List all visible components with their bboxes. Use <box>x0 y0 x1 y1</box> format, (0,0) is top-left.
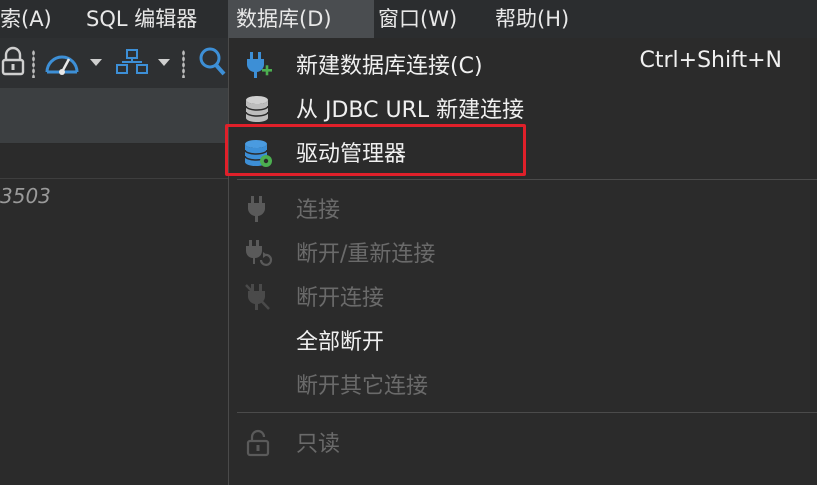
menu-item-reconnect[interactable]: 断开/重新连接 <box>229 230 817 274</box>
chevron-down-icon[interactable] <box>156 46 172 78</box>
database-menu-dropdown: 新建数据库连接(C) Ctrl+Shift+N 从 JDBC URL 新建连接 <box>228 38 817 485</box>
partial-text: 3503 <box>0 184 51 208</box>
plug-disconnect-icon <box>243 282 273 312</box>
main-toolbar <box>0 38 228 88</box>
toolbar-separator <box>32 50 35 78</box>
menu-separator <box>237 412 817 413</box>
highlight-box <box>225 124 526 176</box>
menu-item-disconnect-all[interactable]: 全部断开 <box>229 318 817 362</box>
plug-refresh-icon <box>243 238 273 268</box>
menu-item-new-connection[interactable]: 新建数据库连接(C) Ctrl+Shift+N <box>229 42 817 86</box>
menu-bar: 索(A) SQL 编辑器 数据库(D) 窗口(W) 帮助(H) <box>0 0 817 39</box>
lock-icon[interactable] <box>0 46 26 78</box>
database-icon <box>243 94 273 124</box>
menu-search[interactable]: 索(A) <box>0 0 60 38</box>
menu-item-label: 全部断开 <box>296 330 385 355</box>
menu-item-label: 断开连接 <box>296 286 385 311</box>
toolbar-separator <box>182 50 185 78</box>
menu-item-read-only[interactable]: 只读 <box>229 420 817 464</box>
shortcut-label: Ctrl+Shift+N <box>639 48 782 73</box>
lock-icon <box>243 428 273 458</box>
menu-item-label: 断开/重新连接 <box>296 242 436 267</box>
menu-item-label: 只读 <box>296 432 341 457</box>
menu-item-label: 连接 <box>296 198 341 223</box>
menu-item-label: 断开其它连接 <box>296 374 429 399</box>
menu-item-disconnect-others[interactable]: 断开其它连接 <box>229 362 817 406</box>
plug-icon <box>243 194 273 224</box>
dashboard-icon[interactable] <box>44 46 80 78</box>
divider <box>0 178 228 179</box>
search-icon[interactable] <box>196 46 228 78</box>
editor-tab-strip <box>0 88 228 144</box>
menu-item-label: 从 JDBC URL 新建连接 <box>296 98 525 123</box>
menu-database[interactable]: 数据库(D) <box>228 0 374 38</box>
menu-item-label: 新建数据库连接(C) <box>296 54 483 79</box>
menu-sql-editor[interactable]: SQL 编辑器 <box>78 0 205 38</box>
menu-item-disconnect[interactable]: 断开连接 <box>229 274 817 318</box>
chevron-down-icon[interactable] <box>88 46 104 78</box>
menu-item-connect[interactable]: 连接 <box>229 186 817 230</box>
menu-separator <box>237 179 817 180</box>
network-icon[interactable] <box>116 46 148 78</box>
plug-plus-icon <box>243 50 273 80</box>
menu-help[interactable]: 帮助(H) <box>487 0 577 38</box>
menu-window[interactable]: 窗口(W) <box>370 0 465 38</box>
